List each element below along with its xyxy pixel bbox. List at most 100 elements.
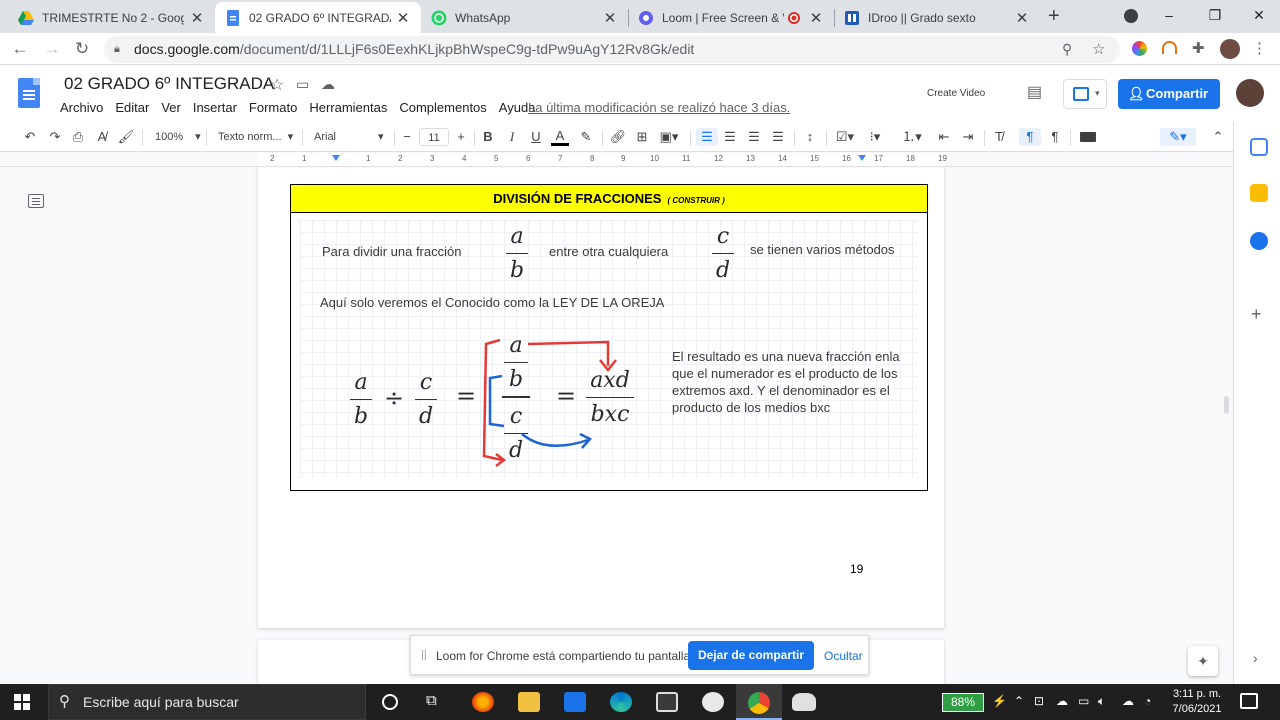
decrease-indent-icon[interactable]: ⇤ xyxy=(934,128,954,146)
comments-icon[interactable]: ▤ xyxy=(1027,82,1042,102)
font-select[interactable]: Arial ▾ xyxy=(314,128,390,146)
checklist-icon[interactable]: ☑▾ xyxy=(832,128,858,146)
italic-icon[interactable]: I xyxy=(503,128,521,146)
increase-font-size-icon[interactable]: + xyxy=(453,128,469,146)
browser-tab-loom[interactable]: Loom | Free Screen & Vic ✕ xyxy=(628,2,834,33)
rtl-text-icon[interactable]: ¶ xyxy=(1045,128,1065,146)
document-title[interactable]: 02 GRADO 6º INTEGRADA xyxy=(64,74,274,94)
store-icon[interactable] xyxy=(656,692,678,712)
menu-archivo[interactable]: Archivo xyxy=(60,100,103,115)
drag-handle-icon[interactable]: || xyxy=(421,649,427,661)
close-tab-icon[interactable]: ✕ xyxy=(1014,9,1030,27)
clear-formatting-icon[interactable]: T̸ xyxy=(989,128,1009,146)
text-color-icon[interactable]: A xyxy=(551,128,569,146)
align-left-icon[interactable]: ☰ xyxy=(696,128,718,146)
notifications-icon[interactable] xyxy=(1240,693,1258,709)
numbered-list-icon[interactable]: ⒈▾ xyxy=(896,128,928,146)
user-avatar[interactable] xyxy=(1236,79,1264,107)
browser-tab-drive[interactable]: TRIMESTRTE No 2 - Google D ✕ xyxy=(8,2,215,33)
cortana-icon[interactable] xyxy=(382,694,398,710)
settings-gear-icon[interactable] xyxy=(702,692,724,712)
last-edit-link[interactable]: La última modificación se realizó hace 3… xyxy=(528,100,790,115)
menu-complementos[interactable]: Complementos xyxy=(399,100,486,115)
bold-icon[interactable]: B xyxy=(479,128,497,146)
vertical-scrollbar-thumb[interactable] xyxy=(1224,396,1229,414)
url-bar[interactable]: 🔒︎ docs.google.com/document/d/1LLLjF6s0E… xyxy=(104,36,1120,63)
star-icon[interactable]: ☆ xyxy=(270,75,284,95)
task-view-icon[interactable]: ⧉ xyxy=(426,692,437,709)
wifi-icon[interactable]: ◔ xyxy=(1144,694,1151,708)
cloud-status-icon[interactable]: ☁ xyxy=(321,76,335,93)
browser-tab-docs[interactable]: 02 GRADO 6º INTEGRADA - D ✕ xyxy=(215,2,421,33)
tab-search-icon[interactable] xyxy=(1124,9,1138,23)
insert-comment-icon[interactable]: ⊞ xyxy=(633,128,651,146)
profile-avatar[interactable] xyxy=(1220,39,1240,59)
justify-icon[interactable]: ☰ xyxy=(768,128,788,146)
close-tab-icon[interactable]: ✕ xyxy=(189,9,205,27)
spellcheck-icon[interactable]: A̸ xyxy=(92,128,112,146)
align-right-icon[interactable]: ☰ xyxy=(744,128,764,146)
power-icon[interactable]: ⚡ xyxy=(992,694,1007,708)
reload-icon[interactable]: ↻ xyxy=(70,37,94,61)
menu-editar[interactable]: Editar xyxy=(115,100,149,115)
keyboard-icon[interactable] xyxy=(1080,132,1096,142)
google-docs-logo[interactable] xyxy=(18,78,40,108)
document-page[interactable]: DIVISIÓN DE FRACCIONES ( CONSTRUIR ) Para… xyxy=(258,168,944,628)
browser-tab-idroo[interactable]: IDroo || Grado sexto ✕ xyxy=(834,2,1040,33)
zoom-icon[interactable]: ⚲ xyxy=(1062,36,1072,63)
ltr-text-icon[interactable]: ¶ xyxy=(1019,128,1041,146)
maximize-icon[interactable]: ❐ xyxy=(1192,0,1238,30)
create-video-button[interactable]: Create Video xyxy=(927,88,985,99)
move-folder-icon[interactable]: ▭ xyxy=(296,76,309,93)
horizontal-ruler[interactable]: 2 1 1 2 3 4 5 6 7 8 9 10 11 12 13 14 15 … xyxy=(0,153,1233,167)
menu-herramientas[interactable]: Herramientas xyxy=(309,100,387,115)
battery-indicator[interactable]: 88% xyxy=(942,693,984,712)
collapse-menus-icon[interactable]: ⌃ xyxy=(1208,128,1228,146)
style-select[interactable]: Texto norm... ▾ xyxy=(218,128,296,146)
close-tab-icon[interactable]: ✕ xyxy=(808,9,824,27)
font-size-input[interactable]: 11 xyxy=(419,128,449,146)
keep-icon[interactable] xyxy=(1250,184,1268,202)
redo-icon[interactable]: ↷ xyxy=(45,128,65,146)
forward-icon[interactable]: → xyxy=(40,37,64,61)
highlight-icon[interactable]: ✎ xyxy=(577,128,595,146)
close-tab-icon[interactable]: ✕ xyxy=(395,9,411,27)
back-icon[interactable]: ← xyxy=(8,37,32,61)
increase-indent-icon[interactable]: ⇥ xyxy=(958,128,978,146)
minimize-icon[interactable]: – xyxy=(1146,0,1192,30)
zoom-select[interactable]: 100% ▾ xyxy=(155,128,201,146)
present-button[interactable]: ▾ xyxy=(1063,79,1107,109)
align-center-icon[interactable]: ☰ xyxy=(720,128,740,146)
windows-start-icon[interactable] xyxy=(14,694,30,710)
paint-format-icon[interactable]: 🖌︎ xyxy=(116,128,136,146)
decrease-font-size-icon[interactable]: − xyxy=(399,128,415,146)
onedrive-icon[interactable]: ☁ xyxy=(1056,694,1068,708)
calendar-icon[interactable] xyxy=(1250,138,1268,156)
bookmark-star-icon[interactable]: ☆ xyxy=(1092,36,1105,63)
share-button[interactable]: 👤︎ Compartir xyxy=(1118,79,1220,109)
volume-icon[interactable]: 🔈︎ xyxy=(1098,694,1105,709)
show-hidden-icons[interactable]: ⌃ xyxy=(1014,694,1024,708)
explore-icon[interactable]: ✦ xyxy=(1188,646,1218,676)
browser-tab-whatsapp[interactable]: WhatsApp ✕ xyxy=(421,2,628,33)
close-tab-icon[interactable]: ✕ xyxy=(602,9,618,27)
menu-insertar[interactable]: Insertar xyxy=(193,100,237,115)
firefox-icon[interactable] xyxy=(472,692,494,712)
taskbar-search-box[interactable]: ⚲ Escribe aquí para buscar xyxy=(48,684,366,720)
editing-mode-icon[interactable]: ✎▾ xyxy=(1160,128,1196,146)
line-spacing-icon[interactable]: ↕ xyxy=(800,128,820,146)
app-icon[interactable] xyxy=(792,693,816,711)
file-explorer-icon[interactable] xyxy=(518,692,540,712)
menu-formato[interactable]: Formato xyxy=(249,100,297,115)
display-icon[interactable]: ▭ xyxy=(1078,694,1089,708)
network-adapter-icon[interactable]: ⊡ xyxy=(1034,694,1044,708)
expand-panel-icon[interactable]: › xyxy=(1253,650,1258,666)
add-addon-icon[interactable]: + xyxy=(1251,304,1262,325)
cloud-upload-icon[interactable]: ☁ xyxy=(1122,694,1134,708)
document-canvas[interactable]: DIVISIÓN DE FRACCIONES ( CONSTRUIR ) Para… xyxy=(0,168,1233,684)
undo-icon[interactable]: ↶ xyxy=(20,128,40,146)
extension-color-icon[interactable] xyxy=(1132,41,1147,56)
hide-button[interactable]: Ocultar xyxy=(824,649,863,663)
close-window-icon[interactable]: ✕ xyxy=(1236,0,1280,30)
stop-sharing-button[interactable]: Dejar de compartir xyxy=(688,641,814,670)
